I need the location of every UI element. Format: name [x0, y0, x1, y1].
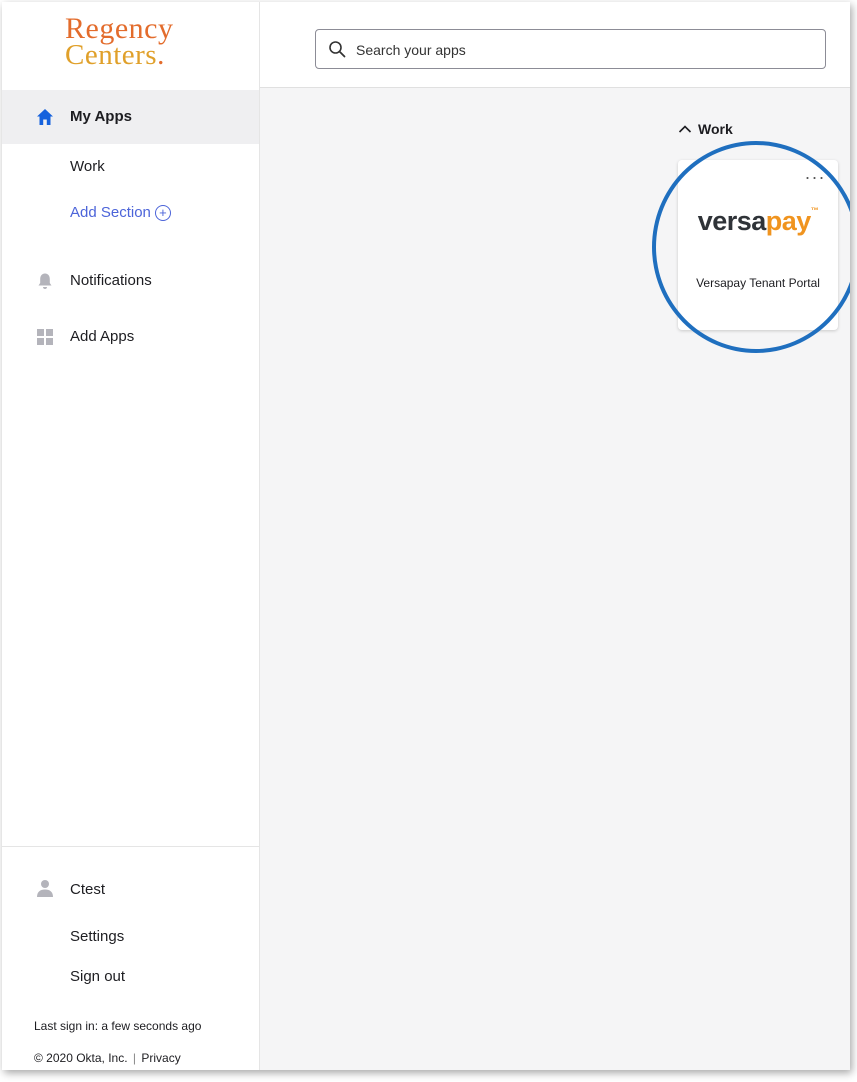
plus-circle-icon: + — [154, 204, 171, 221]
search-input[interactable] — [354, 30, 818, 70]
sidebar: Regency Centers. My Apps Work Add Sectio… — [2, 2, 260, 1070]
sidebar-item-my-apps[interactable]: My Apps — [2, 90, 259, 144]
versapay-logo: versapay™ — [678, 206, 838, 237]
top-bar — [260, 2, 850, 88]
more-options-icon[interactable]: ... — [805, 164, 826, 182]
user-menu[interactable]: Ctest — [2, 877, 259, 907]
add-section-link[interactable]: Add Section + — [70, 204, 171, 221]
regency-centers-logo[interactable]: Regency Centers. — [65, 14, 173, 71]
section-title: Work — [698, 121, 733, 137]
app-tile-versapay[interactable]: ... versapay™ Versapay Tenant Portal — [678, 160, 838, 330]
logo-part-1: versa — [697, 206, 767, 236]
grid-icon — [37, 329, 53, 345]
app-window: Regency Centers. My Apps Work Add Sectio… — [2, 2, 850, 1070]
app-tile-name: Versapay Tenant Portal — [696, 276, 820, 290]
sidebar-item-label: Notifications — [70, 272, 152, 289]
sidebar-divider — [2, 846, 259, 847]
logo-trademark: ™ — [810, 206, 819, 215]
user-icon — [37, 880, 53, 897]
separator: | — [132, 1051, 137, 1065]
settings-link[interactable]: Settings — [70, 928, 124, 945]
copyright-text: © 2020 Okta, Inc. — [34, 1051, 128, 1065]
logo-line-2: Centers. — [65, 39, 173, 71]
logo-part-2: pay — [765, 206, 812, 236]
last-sign-in-text: Last sign in: a few seconds ago — [34, 1019, 202, 1033]
sidebar-item-work[interactable]: Work — [70, 158, 105, 175]
sidebar-item-label: Add Apps — [70, 328, 135, 345]
copyright: © 2020 Okta, Inc. | Privacy — [34, 1051, 181, 1065]
search-icon — [329, 41, 346, 58]
add-section-label: Add Section — [70, 204, 151, 221]
user-name: Ctest — [70, 881, 106, 898]
sign-out-link[interactable]: Sign out — [70, 968, 125, 985]
search-box[interactable] — [315, 29, 826, 70]
sidebar-item-notifications[interactable]: Notifications — [2, 267, 259, 297]
privacy-link[interactable]: Privacy — [141, 1051, 180, 1065]
logo-line-2-text: Centers — [65, 39, 158, 71]
section-work-toggle[interactable]: Work — [678, 121, 733, 137]
bell-icon — [38, 273, 52, 289]
home-icon — [37, 109, 53, 125]
sidebar-item-label: My Apps — [70, 108, 132, 125]
sidebar-item-add-apps[interactable]: Add Apps — [2, 323, 259, 353]
main-content: Work ... versapay™ Versapay Tenant Porta… — [260, 2, 850, 1070]
chevron-up-icon — [678, 125, 692, 133]
logo-dot: . — [157, 39, 165, 71]
